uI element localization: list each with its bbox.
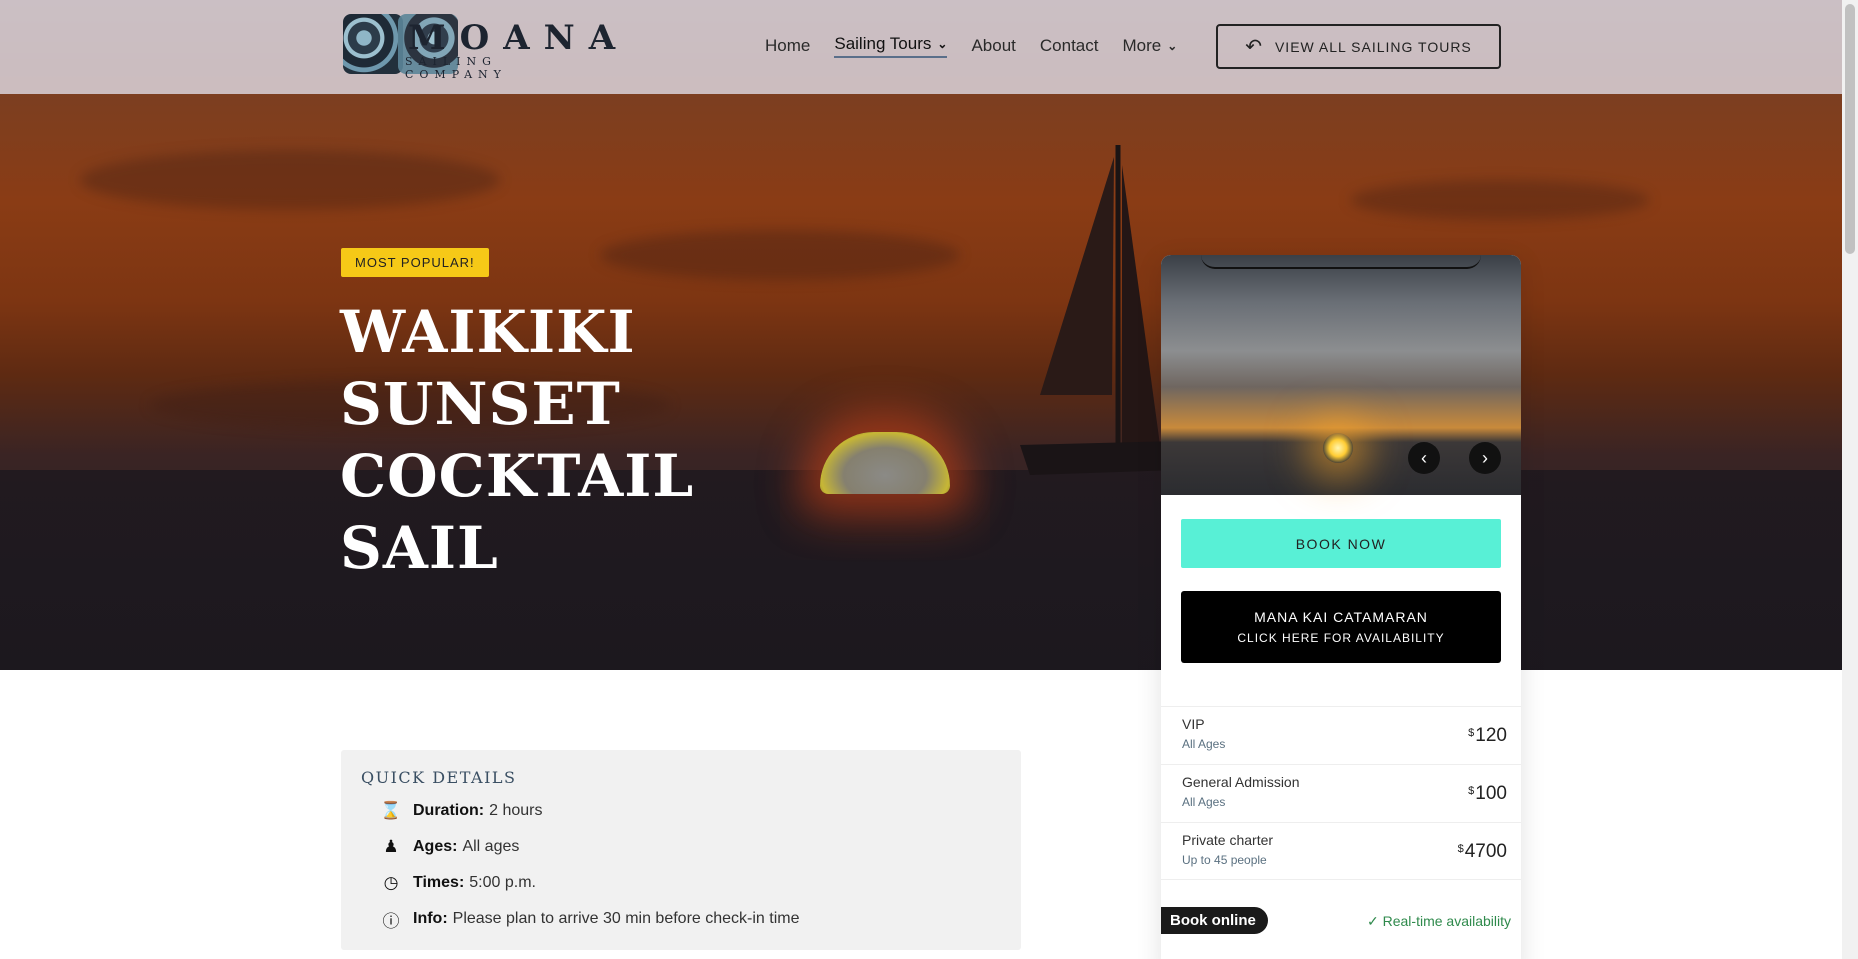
chevron-down-icon: ⌄	[937, 37, 948, 51]
page-title-line: SUNSET COCKTAIL	[340, 370, 695, 510]
price-currency: $	[1468, 785, 1475, 797]
quick-details-title: QUICK DETAILS	[361, 768, 517, 787]
price-value: $100	[1468, 783, 1507, 805]
price-row-private-charter[interactable]: Private charter Up to 45 people $4700	[1161, 822, 1521, 880]
detail-row-duration: ⌛ Duration: 2 hours	[380, 800, 542, 822]
checkmark-icon: ✓	[1366, 913, 1379, 929]
nav-item-about[interactable]: About	[971, 34, 1015, 58]
hero-cloud	[1350, 180, 1650, 220]
nav-item-home[interactable]: Home	[765, 34, 810, 58]
nav-item-label: About	[971, 36, 1016, 55]
detail-value: 5:00 p.m.	[469, 874, 536, 891]
chevron-right-icon: ›	[1482, 447, 1488, 468]
price-row-general-admission[interactable]: General Admission All Ages $100	[1161, 764, 1521, 822]
clock-icon: ◷	[383, 873, 399, 892]
page-title: WAIKIKI SUNSET COCKTAIL SAIL	[340, 296, 960, 584]
price-currency: $	[1457, 843, 1464, 855]
nav-item-more[interactable]: More ⌄	[1122, 34, 1177, 58]
nav-item-label: More	[1122, 36, 1162, 55]
availability-vessel: MANA KAI CATAMARAN	[1254, 609, 1428, 625]
price-currency: $	[1468, 727, 1475, 739]
page-title-line: WAIKIKI	[340, 298, 636, 366]
logo-emblem-icon	[343, 14, 403, 74]
price-amount: 4700	[1464, 841, 1507, 862]
most-popular-badge: MOST POPULAR!	[341, 248, 489, 277]
book-online-label[interactable]: Book online	[1161, 907, 1268, 934]
return-arrow-icon: ↶	[1245, 36, 1263, 58]
nav-item-label: Contact	[1039, 36, 1099, 55]
realtime-availability: ✓ Real-time availability	[1367, 913, 1511, 930]
logo-subtitle: SAILING COMPANY	[405, 55, 507, 81]
page-scrollbar[interactable]	[1842, 0, 1858, 959]
carousel-prev-button[interactable]: ‹	[1408, 442, 1440, 474]
price-name: Private charter	[1182, 832, 1274, 848]
info-icon: ⓘ	[382, 911, 400, 931]
page-title-line: SAIL	[340, 514, 499, 582]
price-value: $4700	[1458, 841, 1507, 863]
detail-label: Info:	[413, 910, 448, 927]
price-amount: 100	[1475, 783, 1507, 804]
check-availability-button[interactable]: MANA KAI CATAMARAN CLICK HERE FOR AVAILA…	[1181, 591, 1501, 663]
book-now-button[interactable]: BOOK NOW	[1181, 519, 1501, 568]
chevron-down-icon: ⌄	[1167, 39, 1178, 53]
rigging-line	[1201, 255, 1481, 269]
view-all-tours-button[interactable]: ↶ VIEW ALL SAILING TOURS	[1216, 24, 1501, 69]
detail-label: Duration:	[413, 802, 485, 819]
hourglass-icon: ⌛	[380, 801, 402, 820]
site-header: MOANA SAILING COMPANY Home Sailing Tours…	[0, 0, 1842, 94]
chevron-left-icon: ‹	[1421, 447, 1427, 468]
view-all-tours-label: VIEW ALL SAILING TOURS	[1274, 38, 1472, 55]
quick-details-panel: QUICK DETAILS ⌛ Duration: 2 hours ♟ Ages…	[341, 750, 1021, 950]
price-note: Up to 45 people	[1182, 853, 1267, 867]
nav-item-label: Home	[765, 36, 811, 55]
photo-sun	[1323, 433, 1353, 463]
detail-label: Times:	[413, 874, 465, 891]
hero-cloud	[600, 230, 960, 280]
detail-value: Please plan to arrive 30 min before chec…	[452, 910, 800, 927]
realtime-label: Real-time availability	[1382, 913, 1511, 929]
sailboat-silhouette	[1020, 145, 1180, 475]
logo-name: MOANA	[408, 18, 630, 58]
detail-value: All ages	[462, 838, 520, 855]
scrollbar-thumb[interactable]	[1845, 4, 1855, 254]
booking-card: ‹ › BOOK NOW MANA KAI CATAMARAN CLICK HE…	[1161, 255, 1521, 959]
availability-cta: CLICK HERE FOR AVAILABILITY	[1237, 631, 1445, 645]
price-list: VIP All Ages $120 General Admission All …	[1161, 706, 1521, 880]
detail-value: 2 hours	[489, 802, 543, 819]
price-note: All Ages	[1182, 795, 1226, 809]
main-nav: Home Sailing Tours ⌄ About Contact More …	[765, 34, 1201, 58]
carousel-next-button[interactable]: ›	[1469, 442, 1501, 474]
price-name: General Admission	[1182, 774, 1300, 790]
nav-item-label: Sailing Tours	[834, 34, 932, 53]
detail-row-info: ⓘ Info: Please plan to arrive 30 min bef…	[380, 908, 800, 931]
price-row-vip[interactable]: VIP All Ages $120	[1161, 706, 1521, 764]
moana-logo[interactable]: MOANA SAILING COMPANY	[343, 12, 615, 81]
person-icon: ♟	[383, 837, 399, 856]
price-name: VIP	[1182, 716, 1205, 732]
price-note: All Ages	[1182, 737, 1226, 751]
detail-label: Ages:	[413, 838, 458, 855]
nav-item-contact[interactable]: Contact	[1040, 34, 1099, 58]
detail-row-times: ◷ Times: 5:00 p.m.	[380, 872, 536, 894]
tour-photo-carousel: ‹ ›	[1161, 255, 1521, 495]
nav-item-sailing-tours[interactable]: Sailing Tours ⌄	[834, 34, 948, 58]
booking-footer: Book online ✓ Real-time availability	[1161, 907, 1521, 937]
hero-cloud	[80, 150, 500, 210]
detail-row-ages: ♟ Ages: All ages	[380, 836, 519, 858]
price-amount: 120	[1475, 725, 1507, 746]
price-value: $120	[1468, 725, 1507, 747]
